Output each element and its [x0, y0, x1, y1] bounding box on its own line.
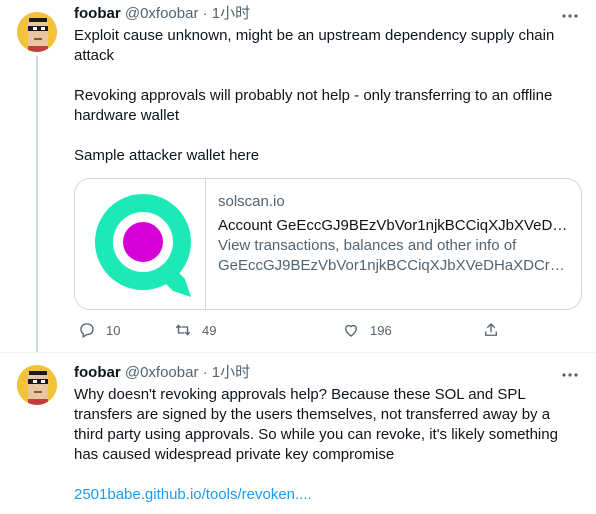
- tweet-text: Why doesn't revoking approvals help? Bec…: [74, 385, 564, 505]
- timestamp[interactable]: 1小时: [212, 5, 250, 22]
- like-count: 196: [370, 322, 392, 338]
- more-icon[interactable]: [560, 365, 580, 385]
- retweet-count: 49: [202, 322, 217, 338]
- timestamp[interactable]: 1小时: [212, 364, 250, 381]
- avatar-pixel-punk: [17, 365, 57, 405]
- tweet-paragraph: Revoking approvals will probably not hel…: [74, 87, 553, 124]
- share-icon: [485, 323, 497, 336]
- like-button[interactable]: 196: [342, 318, 392, 342]
- reply-count: 10: [106, 322, 121, 338]
- link-card[interactable]: solscan.io Account GeEccGJ9BEzVbVor1njkB…: [74, 178, 582, 310]
- tweet-paragraph: Sample attacker wallet here: [74, 147, 260, 164]
- separator: ·: [202, 5, 208, 22]
- tweet-header: foobar @0xfoobar · 1小时: [74, 363, 250, 383]
- display-name[interactable]: foobar: [74, 5, 121, 22]
- more-icon[interactable]: [560, 6, 580, 26]
- avatar-pixel-punk: [17, 12, 57, 52]
- reply-icon: [80, 323, 94, 338]
- tweet-text: Exploit cause unknown, might be an upstr…: [74, 26, 574, 166]
- display-name[interactable]: foobar: [74, 364, 121, 381]
- share-button[interactable]: [482, 318, 500, 342]
- reply-button[interactable]: 10: [78, 318, 120, 342]
- separator: ·: [202, 364, 208, 381]
- card-body: solscan.io Account GeEccGJ9BEzVbVor1njkB…: [218, 192, 570, 276]
- like-icon: [345, 324, 357, 337]
- card-domain: solscan.io: [218, 193, 285, 210]
- handle[interactable]: @0xfoobar: [125, 364, 199, 381]
- retweet-icon: [175, 324, 191, 336]
- avatar[interactable]: [17, 12, 57, 52]
- handle[interactable]: @0xfoobar: [125, 5, 199, 22]
- avatar[interactable]: [17, 365, 57, 405]
- card-description: View transactions, balances and other in…: [218, 237, 570, 274]
- retweet-button[interactable]: 49: [174, 318, 216, 342]
- tweet-1[interactable]: foobar @0xfoobar · 1小时 Exploit cause unk…: [0, 0, 596, 352]
- thread-line: [36, 56, 38, 352]
- solscan-logo: [95, 194, 191, 297]
- card-thumbnail: [75, 179, 206, 309]
- tweet-link[interactable]: 2501babe.github.io/tools/revoken....: [74, 485, 564, 505]
- tweet-paragraph: Exploit cause unknown, might be an upstr…: [74, 27, 555, 64]
- tweet-actions: 10 49 196: [74, 318, 504, 342]
- tweet-paragraph: Why doesn't revoking approvals help? Bec…: [74, 386, 558, 463]
- card-title: Account GeEccGJ9BEzVbVor1njkBCCiqXJbXVeD…: [218, 217, 570, 234]
- tweet-header: foobar @0xfoobar · 1小时: [74, 4, 250, 24]
- tweet-2[interactable]: foobar @0xfoobar · 1小时 Why doesn't revok…: [0, 353, 596, 514]
